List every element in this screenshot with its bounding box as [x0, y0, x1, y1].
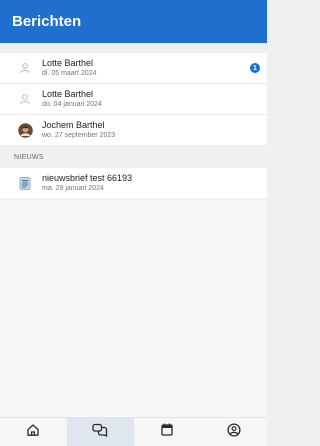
news-item[interactable]: nieuwsbrief test 66193 ma. 29 januari 20… — [0, 168, 267, 198]
tab-home[interactable] — [0, 418, 67, 446]
message-date: di. 05 maart 2024 — [42, 70, 97, 77]
chat-icon — [92, 423, 108, 442]
unread-badge: 1 — [250, 63, 260, 73]
news-title: nieuwsbrief test 66193 — [42, 173, 133, 183]
user-photo-icon — [17, 122, 33, 138]
user-placeholder-icon — [17, 60, 33, 76]
sender-name: Lotte Barthel — [42, 89, 94, 99]
message-row-jochem[interactable]: Jochem Barthel wo. 27 september 2023 — [0, 115, 267, 145]
message-row-lotte-2[interactable]: Lotte Barthel do. 04 januari 2024 — [0, 84, 267, 115]
profile-icon — [227, 422, 241, 442]
news-section-label: NIEUWS — [14, 154, 44, 161]
newsletter-icon — [17, 175, 33, 191]
empty-area — [0, 200, 267, 417]
tab-messages[interactable] — [66, 418, 134, 446]
tab-bar — [0, 417, 267, 446]
sender-name: Jochem Barthel — [42, 120, 105, 130]
tab-calendar[interactable] — [134, 418, 201, 446]
sender-name: Lotte Barthel — [42, 58, 94, 68]
user-placeholder-icon — [17, 91, 33, 107]
news-date: ma. 29 januari 2024 — [42, 185, 104, 192]
message-row-lotte-1[interactable]: Lotte Barthel di. 05 maart 2024 1 — [0, 53, 267, 84]
message-list: Lotte Barthel di. 05 maart 2024 1 Lotte … — [0, 53, 267, 145]
home-icon — [26, 423, 40, 442]
message-date: wo. 27 september 2023 — [42, 132, 116, 139]
app-header: Berichten — [0, 0, 267, 43]
tab-profile[interactable] — [200, 418, 267, 446]
message-date: do. 04 januari 2024 — [42, 101, 102, 108]
page-title: Berichten — [12, 13, 82, 30]
calendar-icon — [161, 423, 173, 441]
